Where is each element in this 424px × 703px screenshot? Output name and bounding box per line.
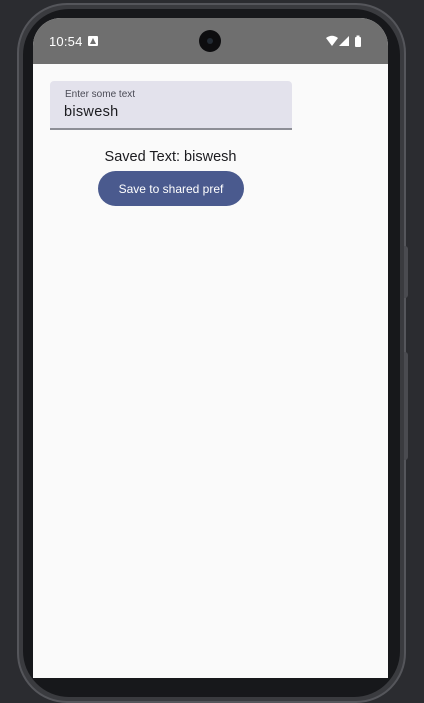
text-input-value[interactable]: biswesh [64, 104, 119, 120]
saved-text-label: Saved Text: biswesh [104, 149, 237, 165]
notification-a-icon [88, 36, 98, 46]
save-button[interactable]: Save to shared pref [98, 171, 244, 206]
status-icons [326, 35, 366, 47]
status-time: 10:54 [49, 34, 83, 49]
signal-icon [339, 36, 349, 46]
app-content: Enter some text biswesh Saved Text: bisw… [33, 64, 388, 678]
text-input-field[interactable]: Enter some text biswesh [50, 81, 292, 130]
status-bar: 10:54 [33, 18, 388, 64]
wifi-icon [326, 35, 338, 46]
power-button [404, 352, 408, 460]
text-input-label: Enter some text [65, 89, 136, 100]
camera-cutout [199, 30, 221, 52]
battery-icon [355, 35, 361, 47]
volume-button [404, 246, 408, 298]
phone-screen: 10:54 Enter some text biswesh Saved Text… [33, 18, 388, 678]
